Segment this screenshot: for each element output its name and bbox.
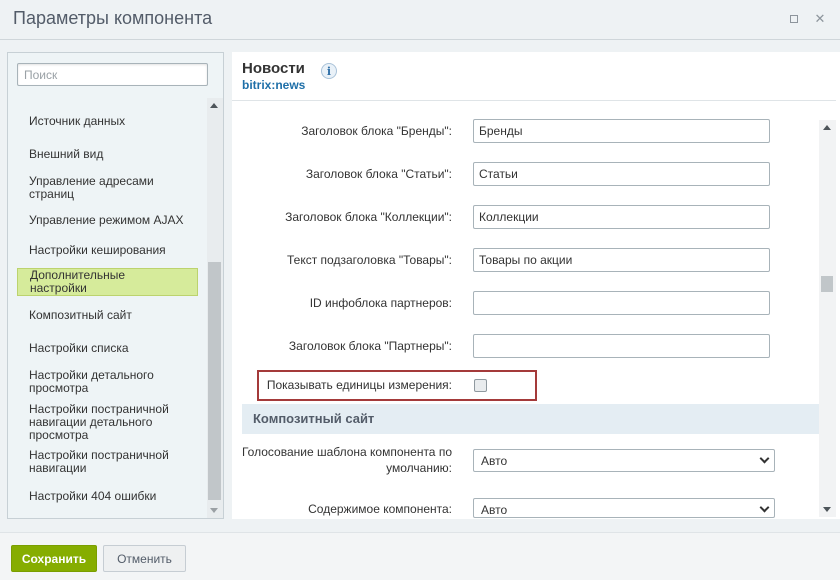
dialog-footer: Сохранить Отменить [0,532,840,580]
component-settings-panel: Новости i bitrix:news Заголовок блока "Б… [232,52,840,519]
search-input[interactable] [17,63,208,86]
component-code: bitrix:news [242,78,306,92]
sidebar-item-label: Настройки 404 ошибки [29,488,157,503]
cancel-button[interactable]: Отменить [103,545,186,572]
sidebar-item-composite-site[interactable]: Композитный сайт [17,299,198,331]
sidebar-item-list-settings[interactable]: Настройки списка [17,331,198,365]
sidebar-item-detail-pagination[interactable]: Настройки постраничной навигации детальн… [17,399,198,445]
template-voting-select[interactable]: Авто [473,449,775,472]
scrollbar-thumb[interactable] [821,276,833,292]
show-units-checkbox[interactable] [474,379,487,392]
field-label: Заголовок блока "Бренды": [301,124,452,138]
sidebar-item-pagination[interactable]: Настройки постраничной навигации [17,445,198,479]
sidebar-item-detail-settings[interactable]: Настройки детального просмотра [17,365,198,399]
scroll-up-icon[interactable] [210,103,218,108]
articles-title-input[interactable] [473,162,770,186]
sidebar-item-label: Внешний вид [29,146,104,161]
section-header: Композитный сайт [242,404,820,434]
sidebar-item-caching[interactable]: Настройки кеширования [17,235,198,265]
component-title: Новости [242,60,305,77]
dialog-title: Параметры компонента [13,8,213,28]
field-label: Заголовок блока "Партнеры": [288,339,452,353]
info-icon[interactable]: i [321,63,337,79]
sidebar-item-label: Настройки постраничной навигации [29,448,169,475]
divider [232,100,836,101]
sidebar-item-label: Настройки списка [29,340,129,355]
scroll-down-icon[interactable] [823,507,831,512]
sidebar-item-label: Композитный сайт [29,307,132,322]
main-scrollbar[interactable] [819,120,836,517]
sidebar-item-404-settings[interactable]: Настройки 404 ошибки [17,481,198,511]
sidebar-item-url-management[interactable]: Управление адресами страниц [17,171,198,205]
products-subtitle-input[interactable] [473,248,770,272]
select-label: Содержимое компонента: [308,502,452,516]
partners-title-input[interactable] [473,334,770,358]
chevron-down-icon [759,502,770,513]
component-content-select[interactable]: Авто [473,498,775,518]
field-label: Заголовок блока "Статьи": [305,167,452,181]
dialog-titlebar: Параметры компонента ✕ [0,0,840,40]
sidebar-item-label: Управление адресами страниц [29,174,154,201]
sidebar-item-label: Настройки кеширования [29,242,166,257]
sidebar-item-additional-settings[interactable]: Дополнительные настройки [17,268,198,296]
select-value: Авто [481,503,508,517]
sidebar-scrollbar[interactable] [207,98,223,518]
sidebar-item-ajax[interactable]: Управление режимом AJAX [17,205,198,235]
settings-sidebar: Источник данных Внешний вид Управление а… [7,52,224,519]
sidebar-item-appearance[interactable]: Внешний вид [17,137,198,171]
scrollbar-thumb[interactable] [208,262,221,500]
scroll-down-icon[interactable] [210,508,218,513]
field-label: Заголовок блока "Коллекции": [285,210,452,224]
sidebar-item-label: Настройки постраничной навигации детальн… [29,401,169,442]
scroll-up-icon[interactable] [823,125,831,130]
select-value: Авто [481,454,508,468]
sidebar-item-label: Дополнительные настройки [30,268,125,295]
sidebar-item-label: Управление режимом AJAX [29,212,184,227]
sidebar-item-data-source[interactable]: Источник данных [17,105,198,137]
select-label: Голосование шаблона компонента по умолча… [241,445,452,475]
chevron-down-icon [759,453,770,464]
partners-iblock-id-input[interactable] [473,291,770,315]
sidebar-item-label: Источник данных [29,113,126,128]
maximize-icon[interactable] [786,11,802,27]
field-label: ID инфоблока партнеров: [309,296,452,310]
save-button[interactable]: Сохранить [11,545,97,572]
field-label: Текст подзаголовка "Товары": [287,253,452,267]
close-icon[interactable]: ✕ [812,11,828,27]
collections-title-input[interactable] [473,205,770,229]
sidebar-item-label: Настройки детального просмотра [29,368,154,395]
checkbox-label: Показывать единицы измерения: [266,378,452,392]
brands-title-input[interactable] [473,119,770,143]
